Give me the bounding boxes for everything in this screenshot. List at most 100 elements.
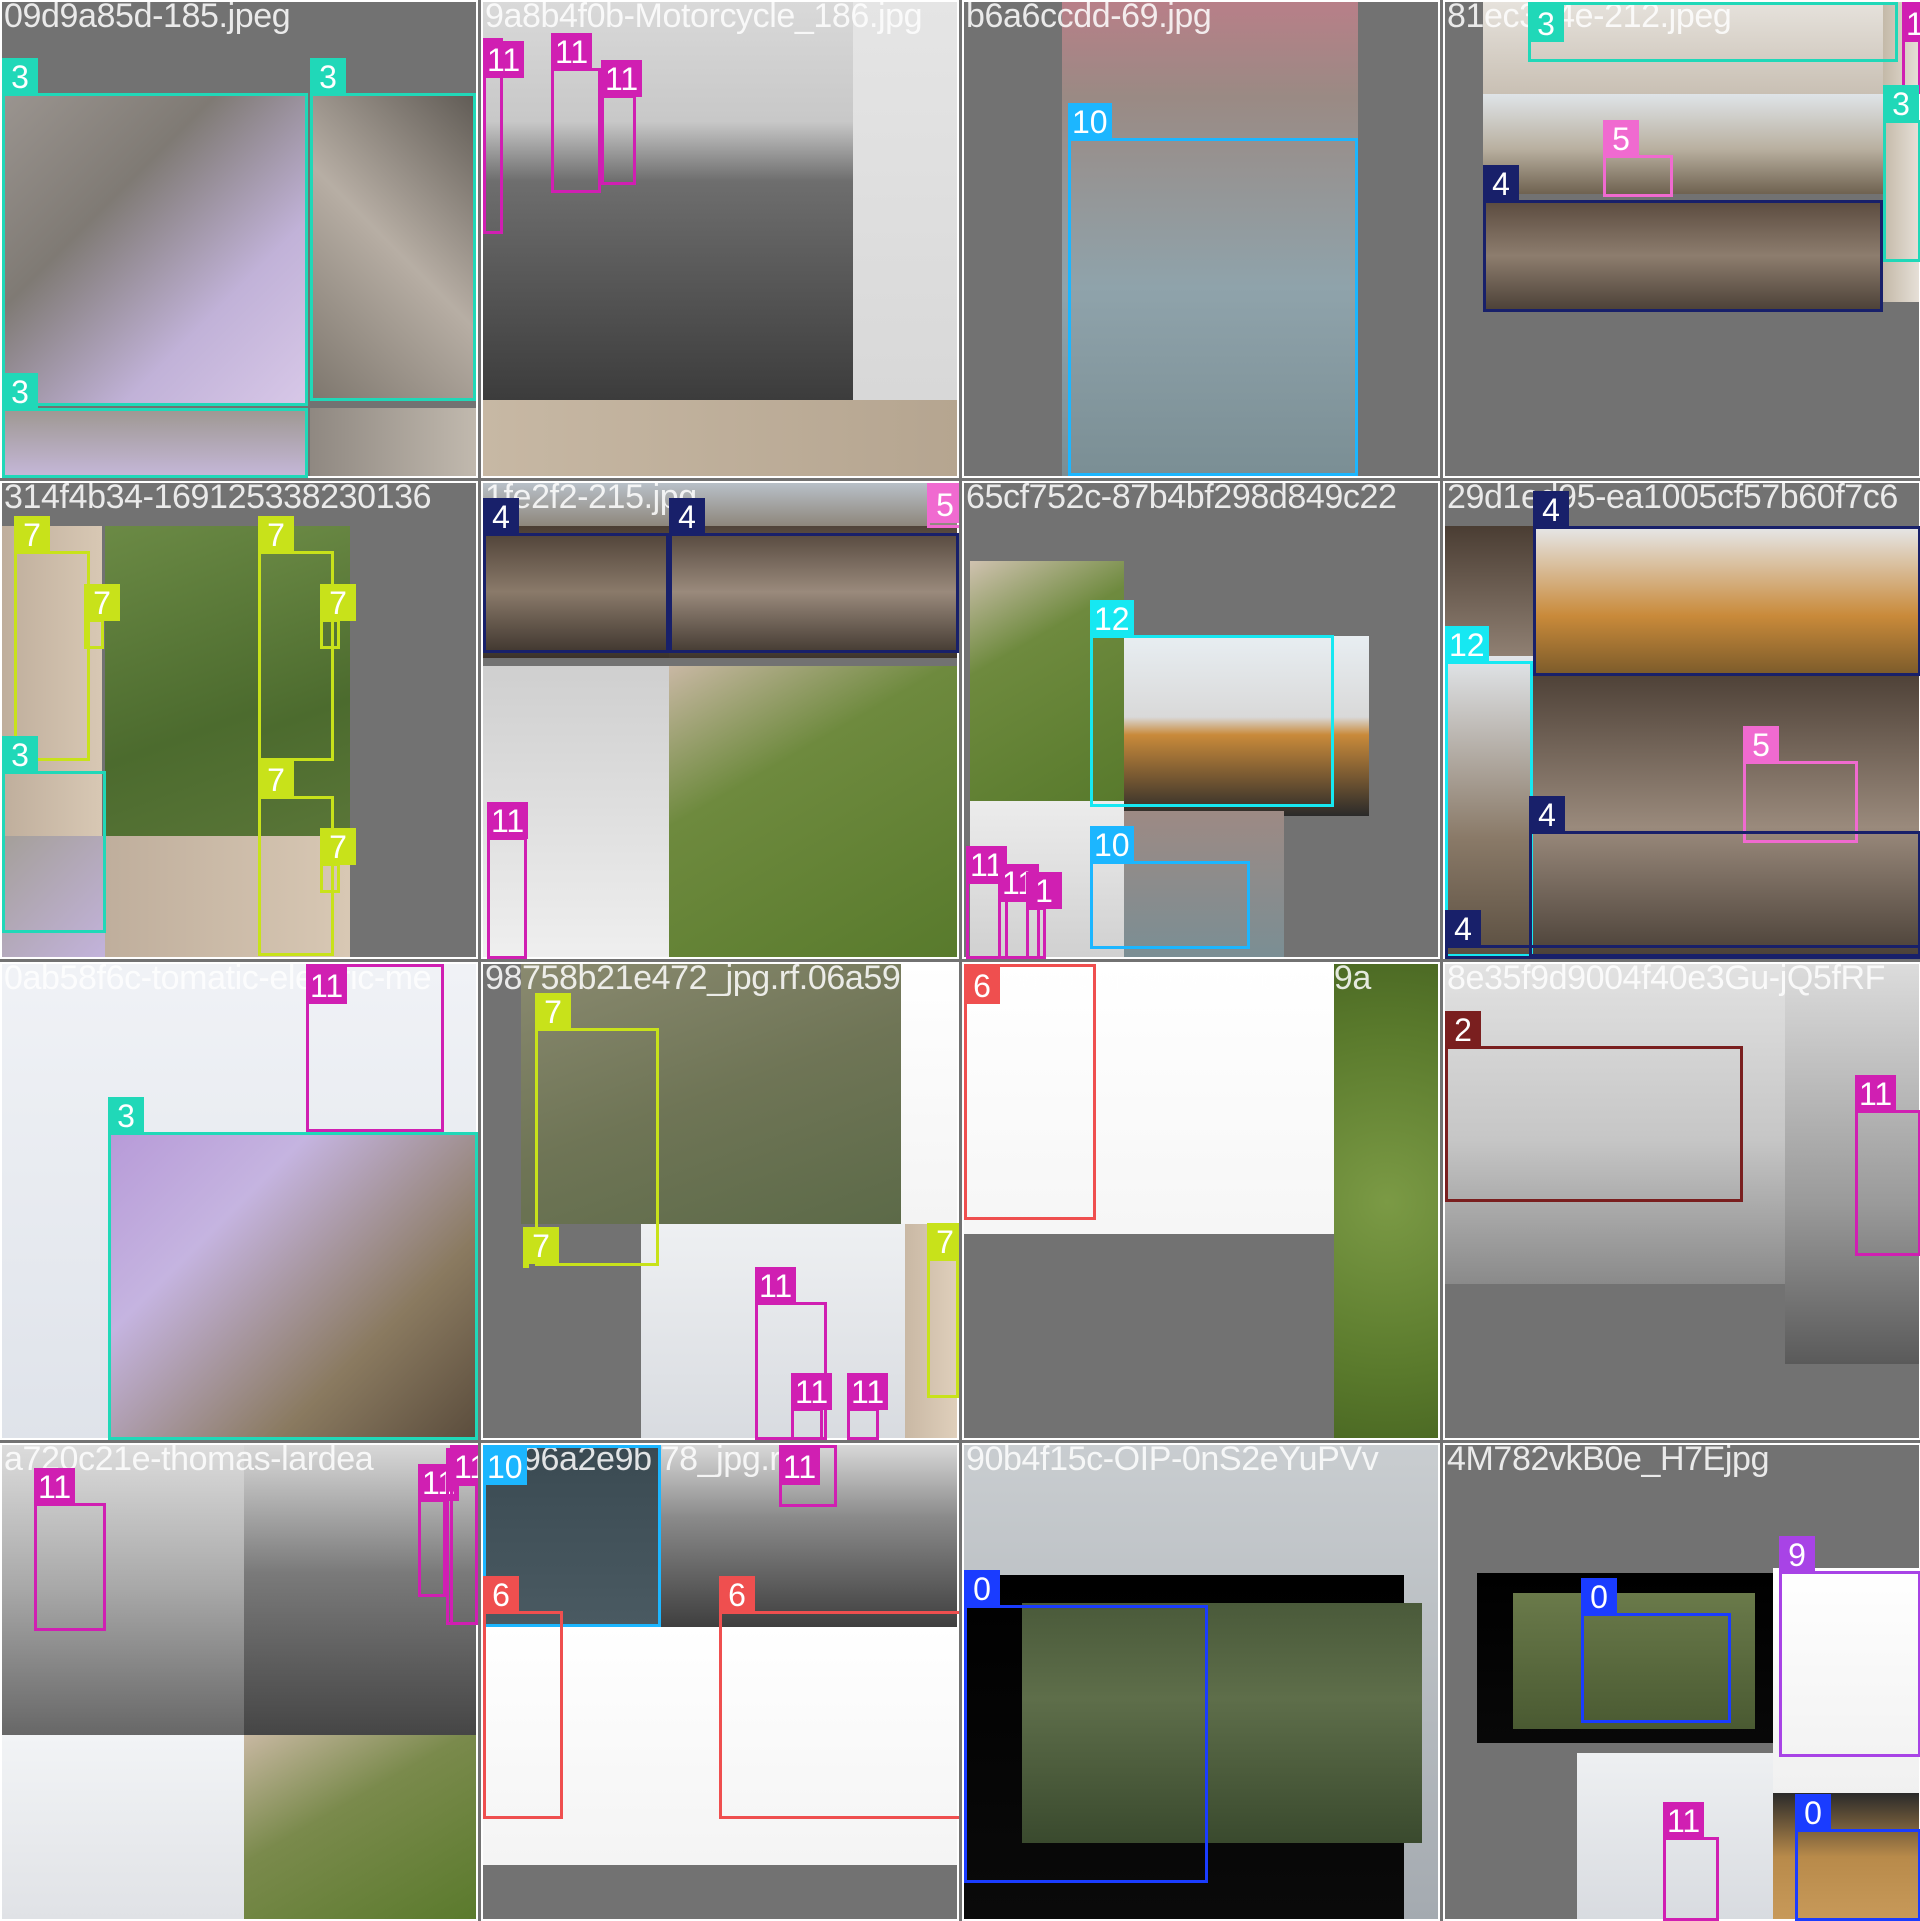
bbox-class-11: 11 <box>487 802 529 959</box>
image-crop <box>901 964 959 1224</box>
bbox-class-3: 3 <box>1883 85 1920 262</box>
bbox-class-tag: 4 <box>483 498 519 535</box>
bbox-class-3: 3 <box>108 1097 478 1440</box>
bbox-class-5: 5 <box>1603 120 1673 197</box>
mosaic-tile: a2e82d56f3970 1c7b9839a 6 <box>962 962 1440 1440</box>
bbox-class-tag: 4 <box>669 498 705 535</box>
bbox-class-11: 11 <box>1902 2 1920 94</box>
bbox-class-3: 3 <box>2 736 106 933</box>
bbox-class-9: 9 <box>1779 1536 1920 1757</box>
tile-filename: b6a6ccdd-69.jpg <box>966 0 1212 35</box>
mosaic-tile: 314f4b34-169125338230136 7 7 7 7 3 7 7 <box>0 481 478 959</box>
bbox-class-3: 3 <box>2 58 308 406</box>
bbox-class-tag: 12 <box>1090 600 1134 637</box>
mosaic-grid: 09d9a85d-185.jpeg 3 3 3 9a8b4f0b-Motorcycle_… <box>0 0 1920 1921</box>
bbox-class-tag: 10 <box>483 1448 527 1485</box>
bbox-class-tag: 7 <box>320 584 356 621</box>
bbox-class-7: 7 <box>84 584 120 649</box>
bbox-class-tag: 5 <box>1603 120 1639 157</box>
bbox-class-10: 10 <box>1090 826 1250 949</box>
bbox-class-tag: 5 <box>927 486 959 523</box>
mosaic-tile: 90b4f15c-OIP-0nS2eYuPVv 0 <box>962 1443 1440 1921</box>
bbox-class-tag: 10 <box>1090 826 1134 863</box>
image-crop <box>483 400 959 478</box>
bbox-class-tag: 6 <box>964 967 1000 1004</box>
bbox-class-tag: 3 <box>1883 85 1919 122</box>
bbox-class-5: 5 <box>927 483 959 528</box>
bbox-class-tag: 7 <box>258 761 294 798</box>
bbox-class-tag: 3 <box>310 58 346 95</box>
tile-filename: 09d9a85d-185.jpeg <box>4 0 291 35</box>
tile-filename: 90b4f15c-OIP-0nS2eYuPVv <box>966 1443 1379 1478</box>
bbox-class-11: 11 <box>779 1445 837 1507</box>
mosaic-tile: 81ec374e-212.jpeg311354 <box>1443 0 1920 478</box>
bbox-class-11: 11 <box>601 60 643 185</box>
bbox-class-4: 4 <box>1529 796 1920 957</box>
bbox-class-tag: 6 <box>719 1576 755 1613</box>
tile-filename: 65cf752c-87b4bf298d849c22 <box>966 481 1397 516</box>
bbox-class-tag: 7 <box>535 993 571 1030</box>
bbox-class-7: 7 <box>14 516 90 761</box>
bbox-class-tag: 11 <box>755 1267 797 1304</box>
bbox-class-0: 0 <box>1581 1578 1731 1723</box>
mosaic-tile: 8e35f9d9004f40e3Gu-jQ5fRF 2 11 <box>1443 962 1920 1440</box>
bbox-class-tag: 5 <box>1743 726 1779 763</box>
bbox-class-tag: 3 <box>2 58 38 95</box>
bbox-class-tag: 11 <box>1902 5 1920 42</box>
bbox-class-10: 10 <box>1068 103 1358 476</box>
bbox-class-3: 3 <box>310 58 476 401</box>
bbox-class-11: 11 <box>483 38 525 234</box>
bbox-class-tag: 11 <box>306 967 348 1004</box>
bbox-class-tag: 7 <box>320 828 356 865</box>
bbox-class-tag: 6 <box>483 1576 519 1613</box>
bbox-class-7: 7 <box>320 828 356 893</box>
bbox-class-11: 11 <box>551 33 601 193</box>
bbox-class-tag: 0 <box>1795 1794 1831 1831</box>
mosaic-tile: 98758b21e472_jpg.rf.06a59 7 11 7 7 11 11 <box>481 962 959 1440</box>
bbox-class-tag: 11 <box>34 1468 76 1505</box>
bbox-class-tag: 1 <box>1026 872 1062 909</box>
bbox-class-tag: 4 <box>1533 491 1569 528</box>
bbox-class-6: 6 <box>483 1576 563 1819</box>
bbox-class-7: 7 <box>523 1227 559 1268</box>
bbox-class-tag: 4 <box>1529 796 1565 833</box>
bbox-class-tag: 11 <box>779 1448 821 1485</box>
bbox-class-tag: 7 <box>927 1223 959 1260</box>
bbox-class-6: 6 <box>964 964 1096 1220</box>
mosaic-tile: 9a8b4f0b-Motorcycle_186.jpg 11 11 11 <box>481 0 959 478</box>
mosaic-tile: a720c21e-thomas-lardea11111111 <box>0 1443 478 1921</box>
tile-filename: 29d1ed95-ea1005cf57b60f7c6 <box>1447 481 1898 516</box>
bbox-class-6: 6 <box>719 1576 959 1819</box>
tile-filename: 4M782vkB0e_H7Ejpg <box>1447 1443 1770 1478</box>
bbox-class-tag: 2 <box>1445 1011 1481 1048</box>
bbox-class-tag: 0 <box>1581 1578 1617 1615</box>
bbox-class-tag: 4 <box>1445 910 1481 947</box>
bbox-class-tag: 11 <box>487 802 529 839</box>
bbox-class-3: 3 <box>2 373 308 478</box>
image-crop <box>2 1735 244 1921</box>
bbox-class-tag: 0 <box>964 1570 1000 1607</box>
bbox-class-tag: 3 <box>1528 5 1564 42</box>
bbox-class-0: 0 <box>1795 1794 1920 1921</box>
bbox-class-11: 11 <box>450 1445 478 1625</box>
mosaic-tile: b6a6ccdd-69.jpg 10 <box>962 0 1440 478</box>
tile-filename: 8e35f9d9004f40e3Gu-jQ5fRF <box>1447 962 1885 997</box>
bbox-class-tag: 10 <box>1068 103 1112 140</box>
bbox-class-7: 7 <box>927 1223 959 1398</box>
bbox-class-tag: 3 <box>108 1097 144 1134</box>
bbox-class-11: 11 <box>847 1373 889 1440</box>
image-crop <box>483 2 853 400</box>
tile-filename: 9a8b4f0b-Motorcycle_186.jpg <box>485 0 923 35</box>
bbox-class-tag: 3 <box>2 373 38 410</box>
bbox-class-11: 11 <box>34 1468 106 1631</box>
bbox-class-tag: 7 <box>523 1227 559 1264</box>
bbox-class-0: 0 <box>964 1570 1208 1883</box>
bbox-class-4: 4 <box>669 498 959 653</box>
bbox-class-tag: 4 <box>1483 165 1519 202</box>
bbox-class-tag: 11 <box>601 60 643 97</box>
bbox-class-11: 11 <box>1855 1075 1920 1256</box>
bbox-class-11: 11 <box>418 1464 460 1597</box>
mosaic-tile: 09d9a85d-185.jpeg 3 3 3 <box>0 0 478 478</box>
bbox-class-tag: 11 <box>1663 1802 1705 1839</box>
bbox-class-tag: 11 <box>450 1448 478 1485</box>
